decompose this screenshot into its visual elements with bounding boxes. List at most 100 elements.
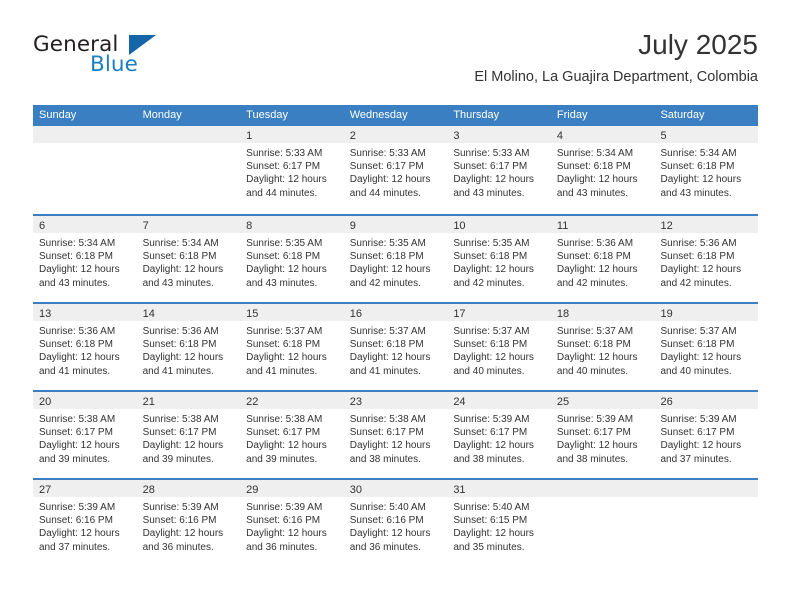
calendar-day-cell[interactable]: 14 Sunrise: 5:36 AM Sunset: 6:18 PM Dayligh… — [136, 304, 241, 390]
calendar-day-cell[interactable]: 16 Sunrise: 5:37 AM Sunset: 6:18 PM Dayligh… — [343, 304, 448, 390]
day-number-band: 13 — [33, 304, 137, 321]
day-detail-line: Daylight: 12 hours — [453, 264, 534, 276]
day-number-band: 1 — [240, 126, 344, 143]
calendar-day-cell[interactable]: 2 Sunrise: 5:33 AM Sunset: 6:17 PM Daylight… — [343, 126, 448, 214]
day-detail-line: Sunrise: 5:33 AM — [453, 148, 530, 159]
day-detail-line: Sunrise: 5:34 AM — [142, 238, 219, 249]
day-number-band: 20 — [33, 392, 137, 409]
weekday-header-tuesday: Tuesday — [246, 109, 288, 121]
day-detail-line: and 43 minutes. — [39, 277, 111, 289]
day-detail-line: and 38 minutes. — [349, 453, 421, 465]
calendar-day-cell[interactable]: 28 Sunrise: 5:39 AM Sunset: 6:16 PM Dayligh… — [136, 480, 241, 566]
day-details: Sunrise: 5:40 AM Sunset: 6:15 PM Daylight:… — [447, 497, 551, 554]
calendar-day-cell[interactable]: 13 Sunrise: 5:36 AM Sunset: 6:18 PM Dayligh… — [33, 304, 137, 390]
day-detail-line: and 38 minutes. — [453, 453, 525, 465]
calendar-day-cell[interactable]: 9 Sunrise: 5:35 AM Sunset: 6:18 PM Daylight… — [343, 216, 448, 302]
day-details: Sunrise: 5:38 AM Sunset: 6:17 PM Daylight:… — [344, 409, 448, 466]
day-detail-line: Sunset: 6:18 PM — [349, 251, 424, 263]
day-detail-line: Sunset: 6:16 PM — [349, 515, 424, 527]
calendar-day-cell[interactable]: 3 Sunrise: 5:33 AM Sunset: 6:17 PM Daylight… — [447, 126, 551, 214]
calendar-day-cell[interactable]: 19 Sunrise: 5:37 AM Sunset: 6:18 PM Dayligh… — [654, 304, 759, 390]
day-number: 9 — [349, 220, 356, 232]
day-detail-line: Sunrise: 5:33 AM — [349, 148, 426, 159]
day-details: Sunrise: 5:39 AM Sunset: 6:16 PM Daylight:… — [33, 497, 137, 554]
day-number: 12 — [660, 220, 673, 232]
day-number-band: 12 — [654, 216, 759, 233]
calendar-day-cell[interactable]: 12 Sunrise: 5:36 AM Sunset: 6:18 PM Dayligh… — [654, 216, 759, 302]
calendar-day-cell[interactable]: 8 Sunrise: 5:35 AM Sunset: 6:18 PM Daylight… — [240, 216, 344, 302]
day-detail-line: Sunset: 6:16 PM — [246, 515, 321, 527]
calendar-day-cell[interactable]: 22 Sunrise: 5:38 AM Sunset: 6:17 PM Dayligh… — [240, 392, 344, 478]
day-detail-line: Daylight: 12 hours — [349, 264, 431, 276]
calendar-day-cell[interactable]: 21 Sunrise: 5:38 AM Sunset: 6:17 PM Dayligh… — [136, 392, 241, 478]
day-detail-line: Daylight: 12 hours — [453, 528, 534, 540]
day-detail-line: Sunrise: 5:39 AM — [246, 502, 323, 513]
day-detail-line: Daylight: 12 hours — [453, 440, 534, 452]
calendar-day-cell[interactable]: 26 Sunrise: 5:39 AM Sunset: 6:17 PM Dayligh… — [654, 392, 759, 478]
day-detail-line: Sunrise: 5:39 AM — [453, 414, 530, 425]
day-number: 5 — [660, 130, 667, 142]
logo-text-blue: Blue — [90, 52, 138, 77]
general-blue-logo[interactable]: General Blue — [33, 32, 233, 88]
day-detail-line: and 40 minutes. — [453, 365, 525, 377]
day-detail-line: and 40 minutes. — [556, 365, 629, 377]
calendar-day-cell[interactable]: 4 Sunrise: 5:34 AM Sunset: 6:18 PM Daylight… — [550, 126, 655, 214]
day-number-band: 14 — [136, 304, 241, 321]
day-details: Sunrise: 5:35 AM Sunset: 6:18 PM Daylight:… — [447, 233, 551, 290]
calendar-day-cell[interactable]: 30 Sunrise: 5:40 AM Sunset: 6:16 PM Dayligh… — [343, 480, 448, 566]
day-number-band — [654, 480, 759, 497]
day-detail-line: Sunset: 6:18 PM — [556, 161, 631, 173]
day-number-band: 19 — [654, 304, 759, 321]
day-detail-line: and 43 minutes. — [453, 187, 525, 199]
day-detail-line: Sunrise: 5:37 AM — [246, 326, 323, 337]
day-number: 21 — [142, 396, 155, 408]
day-details: Sunrise: 5:37 AM Sunset: 6:18 PM Daylight:… — [240, 321, 344, 378]
day-number: 8 — [246, 220, 253, 232]
day-detail-line: and 42 minutes. — [556, 277, 629, 289]
day-detail-line: Sunset: 6:18 PM — [453, 251, 528, 263]
calendar-day-cell[interactable]: 23 Sunrise: 5:38 AM Sunset: 6:17 PM Dayligh… — [343, 392, 448, 478]
calendar-day-cell-empty — [136, 126, 241, 214]
calendar-day-cell[interactable]: 10 Sunrise: 5:35 AM Sunset: 6:18 PM Dayligh… — [447, 216, 551, 302]
calendar-day-cell[interactable]: 15 Sunrise: 5:37 AM Sunset: 6:18 PM Dayligh… — [240, 304, 344, 390]
day-number-band: 31 — [447, 480, 551, 497]
day-detail-line: Daylight: 12 hours — [453, 174, 534, 186]
calendar-day-cell[interactable]: 7 Sunrise: 5:34 AM Sunset: 6:18 PM Daylight… — [136, 216, 241, 302]
day-number-band: 27 — [33, 480, 137, 497]
day-detail-line: Sunset: 6:17 PM — [453, 161, 528, 173]
day-detail-line: Sunset: 6:18 PM — [660, 161, 735, 173]
day-detail-line: and 44 minutes. — [349, 187, 421, 199]
calendar-day-cell[interactable]: 31 Sunrise: 5:40 AM Sunset: 6:15 PM Dayligh… — [447, 480, 551, 566]
calendar-day-cell[interactable]: 27 Sunrise: 5:39 AM Sunset: 6:16 PM Dayligh… — [33, 480, 137, 566]
day-number-band: 6 — [33, 216, 137, 233]
day-number: 3 — [453, 130, 460, 142]
day-number-band: 16 — [343, 304, 448, 321]
day-detail-line: Daylight: 12 hours — [39, 352, 120, 364]
day-detail-line: Sunset: 6:16 PM — [142, 515, 217, 527]
day-detail-line: Sunset: 6:18 PM — [556, 339, 631, 351]
calendar-day-cell[interactable]: 6 Sunrise: 5:34 AM Sunset: 6:18 PM Daylight… — [33, 216, 137, 302]
day-detail-line: Daylight: 12 hours — [246, 264, 327, 276]
day-detail-line: Sunset: 6:18 PM — [39, 251, 113, 263]
day-number: 20 — [39, 396, 52, 408]
calendar-day-cell[interactable]: 20 Sunrise: 5:38 AM Sunset: 6:17 PM Dayligh… — [33, 392, 137, 478]
day-detail-line: Sunset: 6:17 PM — [142, 427, 217, 439]
day-number-band: 25 — [550, 392, 655, 409]
calendar-day-cell[interactable]: 5 Sunrise: 5:34 AM Sunset: 6:18 PM Daylight… — [654, 126, 759, 214]
day-details: Sunrise: 5:34 AM Sunset: 6:18 PM Daylight:… — [654, 143, 758, 200]
calendar-day-cell[interactable]: 1 Sunrise: 5:33 AM Sunset: 6:17 PM Daylight… — [240, 126, 344, 214]
calendar-day-cell[interactable]: 24 Sunrise: 5:39 AM Sunset: 6:17 PM Dayligh… — [447, 392, 551, 478]
calendar-day-cell[interactable]: 29 Sunrise: 5:39 AM Sunset: 6:16 PM Dayligh… — [240, 480, 344, 566]
day-number-band: 15 — [240, 304, 344, 321]
calendar-day-cell[interactable]: 18 Sunrise: 5:37 AM Sunset: 6:18 PM Dayligh… — [550, 304, 655, 390]
day-number-band: 24 — [447, 392, 551, 409]
day-number: 10 — [453, 220, 466, 232]
day-detail-line: Sunrise: 5:37 AM — [556, 326, 634, 337]
calendar-day-cell[interactable]: 25 Sunrise: 5:39 AM Sunset: 6:17 PM Dayligh… — [550, 392, 655, 478]
day-detail-line: Daylight: 12 hours — [246, 440, 327, 452]
calendar-day-cell[interactable]: 17 Sunrise: 5:37 AM Sunset: 6:18 PM Dayligh… — [447, 304, 551, 390]
day-detail-line: Sunrise: 5:38 AM — [246, 414, 323, 425]
calendar-day-cell[interactable]: 11 Sunrise: 5:36 AM Sunset: 6:18 PM Dayligh… — [550, 216, 655, 302]
day-details: Sunrise: 5:40 AM Sunset: 6:16 PM Daylight:… — [344, 497, 448, 554]
day-number: 7 — [142, 220, 149, 232]
